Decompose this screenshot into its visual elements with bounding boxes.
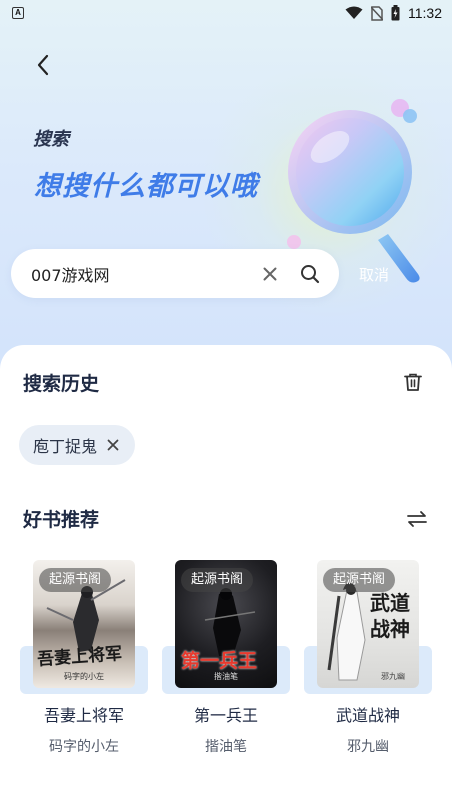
book-title: 吾妻上将军 [43,706,124,725]
book-author: 码字的小左 [49,739,119,755]
clear-history-button[interactable] [400,369,426,395]
search-input[interactable] [31,264,255,283]
history-chip-label: 庖丁捉鬼 [33,437,98,456]
remove-history-item-button[interactable] [107,436,119,455]
clear-button[interactable] [255,259,285,289]
search-bar [11,249,339,298]
search-icon [301,264,320,283]
cover-author: 揩油笔 [214,672,238,681]
book-cover: 武道战神 邪九幽 起源书阁 [317,560,419,688]
cover-title: 第一兵王 [181,650,258,672]
history-chip[interactable]: 庖丁捉鬼 [19,425,136,465]
book-cover: 吾妻上将军 码字的小左 起源书阁 [33,560,135,688]
status-time: 11:32 [408,5,442,21]
recommend-title: 好书推荐 [23,509,100,531]
history-title: 搜索历史 [23,373,100,395]
book-title: 第一兵王 [193,706,258,725]
wifi-icon [345,6,363,19]
book-cover: 第一兵王 揩油笔 起源书阁 [175,560,277,688]
no-sim-icon [371,5,383,21]
cover-author: 码字的小左 [64,672,104,681]
book-author: 揩油笔 [205,739,247,755]
book-author: 邪九幽 [347,739,389,755]
book-title: 武道战神 [335,706,400,725]
app-notification-icon: A [12,7,24,19]
chevron-left-icon [37,54,49,76]
close-icon [107,439,119,450]
hero-label: 搜索 [33,129,69,150]
trash-icon [404,373,422,391]
source-badge: 起源书阁 [39,568,112,592]
sparkle-icon: ✦ [247,168,258,182]
search-button[interactable] [295,259,325,289]
back-button[interactable] [28,50,58,80]
close-icon [263,267,277,280]
content-panel: 搜索历史 庖丁捉鬼 好书推荐 吾妻上将军 码字的小左 起源书阁 吾妻上将军 码字… [0,345,452,803]
status-bar: A 11:32 [0,0,452,26]
cancel-button[interactable]: 取消 [348,262,400,288]
source-badge: 起源书阁 [323,568,396,592]
hero-slogan: 想搜什么都可以哦 [34,171,258,202]
battery-icon [391,5,400,21]
swap-icon [407,511,427,527]
source-badge: 起源书阁 [181,568,254,592]
book-list: 吾妻上将军 码字的小左 起源书阁 吾妻上将军 码字的小左 第一兵王 揩油笔 起源… [0,560,452,780]
cover-author: 邪九幽 [381,672,405,681]
hero-banner: A 11:32 搜索 想搜什么都可以哦 ✦ 007游戏网 取消 [0,0,452,380]
refresh-recommend-button[interactable] [403,505,431,533]
cover-title: 武道战神 [370,591,410,641]
